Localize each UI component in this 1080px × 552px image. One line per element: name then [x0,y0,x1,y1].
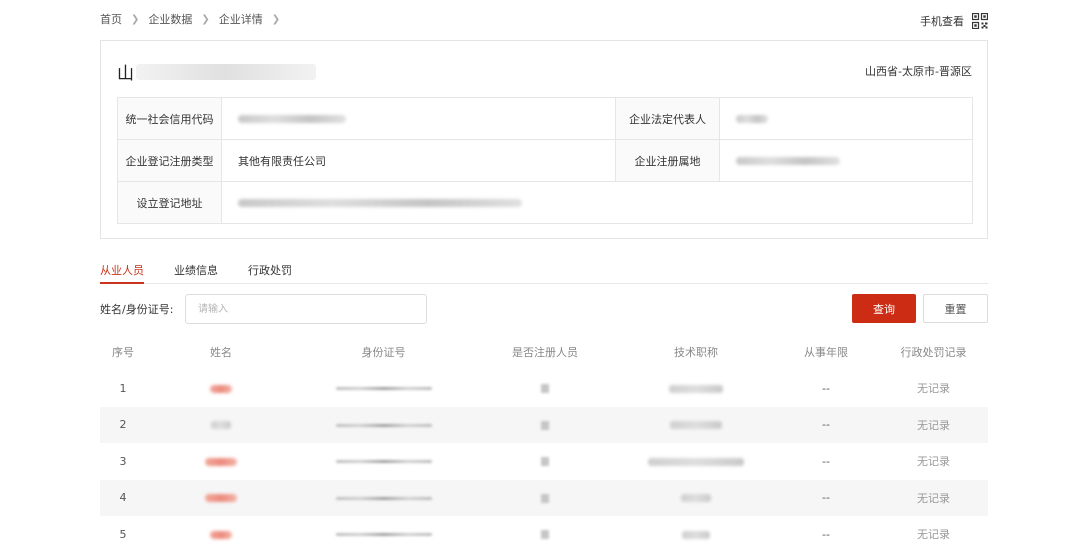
table-row[interactable]: 5 -- 无记录 [100,516,988,552]
tab-penalty[interactable]: 行政处罚 [248,256,292,283]
reset-button[interactable]: 重置 [923,294,988,323]
mobile-view-label: 手机查看 [920,15,964,28]
row-registered [471,455,619,468]
row-name [146,455,296,468]
row-id [296,491,471,504]
col-years-header: 从事年限 [804,346,848,359]
col-title-header: 技术职称 [674,346,718,359]
row-registered [471,528,619,541]
col-name-header: 姓名 [210,346,232,359]
row-penalty: 无记录 [917,382,950,396]
legal-rep-value [719,97,973,140]
row-years: -- [822,418,830,432]
breadcrumb: 首页 ❯ 企业数据 ❯ 企业详情 ❯ [100,11,289,27]
row-years: -- [822,527,830,541]
reg-type-value: 其他有限责任公司 [221,139,616,182]
row-index: 1 [119,381,127,395]
row-index: 3 [119,454,127,468]
company-name-visible: 山 [117,64,134,84]
row-name [146,528,296,541]
row-index: 4 [119,491,127,505]
row-name [146,418,296,431]
row-title [619,491,773,504]
mobile-view-link[interactable]: 手机查看 [920,13,988,29]
row-penalty: 无记录 [917,491,950,505]
row-penalty: 无记录 [917,455,950,469]
breadcrumb-home[interactable]: 首页 [100,11,122,27]
company-name: 山 [117,59,316,84]
row-years: -- [822,491,830,505]
staff-table: 序号 姓名 身份证号 是否注册人员 技术职称 从事年限 行政处罚记录 1 -- … [100,334,988,552]
company-name-redacted [136,63,316,80]
row-registered [471,382,619,395]
row-penalty: 无记录 [917,528,950,542]
table-row[interactable]: 3 -- 无记录 [100,443,988,480]
row-title [619,418,773,431]
credit-code-value [221,97,616,140]
row-index: 2 [119,418,127,432]
address-value [221,181,973,224]
tab-performance[interactable]: 业绩信息 [174,256,218,283]
table-header: 序号 姓名 身份证号 是否注册人员 技术职称 从事年限 行政处罚记录 [100,334,988,370]
company-region: 山西省-太原市-晋源区 [865,65,972,78]
col-index-header: 序号 [112,346,134,359]
row-title [619,382,773,395]
legal-rep-label: 企业法定代表人 [615,97,720,140]
row-years: -- [822,454,830,468]
row-title [619,455,773,468]
reg-place-label: 企业注册属地 [615,139,720,182]
row-index: 5 [119,527,127,541]
chevron-right-icon: ❯ [131,13,140,25]
col-penalty-header: 行政处罚记录 [900,346,967,359]
row-years: -- [822,381,830,395]
row-id [296,455,471,468]
row-id [296,418,471,431]
table-row[interactable]: 1 -- 无记录 [100,370,988,407]
chevron-right-icon: ❯ [201,13,210,25]
col-registered-header: 是否注册人员 [512,346,578,359]
row-name [146,382,296,395]
reg-place-value [719,139,973,182]
table-row[interactable]: 4 -- 无记录 [100,479,988,516]
chevron-right-icon: ❯ [271,13,281,25]
breadcrumb-enterprise-data[interactable]: 企业数据 [148,11,192,27]
tab-staff[interactable]: 从业人员 [100,256,144,284]
row-registered [471,418,619,431]
row-name [146,491,296,504]
search-label: 姓名/身份证号: [100,303,174,316]
row-penalty: 无记录 [917,418,950,432]
search-input[interactable] [185,294,427,324]
credit-code-label: 统一社会信用代码 [117,97,222,140]
row-registered [471,491,619,504]
company-info-card: 山 山西省-太原市-晋源区 统一社会信用代码 企业法定代表人 企业登记注册类型 … [100,40,988,239]
reg-type-label: 企业登记注册类型 [117,139,222,182]
qr-code-icon[interactable] [972,13,988,29]
detail-tabs: 从业人员 业绩信息 行政处罚 [100,256,988,284]
company-info-table: 统一社会信用代码 企业法定代表人 企业登记注册类型 其他有限责任公司 企业注册属… [117,97,973,224]
breadcrumb-enterprise-detail: 企业详情 [218,13,263,26]
row-title [619,528,773,541]
row-id [296,528,471,541]
col-id-header: 身份证号 [361,346,406,359]
query-button[interactable]: 查询 [852,294,916,323]
address-label: 设立登记地址 [117,181,222,224]
table-row[interactable]: 2 -- 无记录 [100,406,988,443]
row-id [296,382,471,395]
page: 首页 ❯ 企业数据 ❯ 企业详情 ❯ 手机查看 山 山西省-太原市-晋源区 统一… [0,0,1080,552]
